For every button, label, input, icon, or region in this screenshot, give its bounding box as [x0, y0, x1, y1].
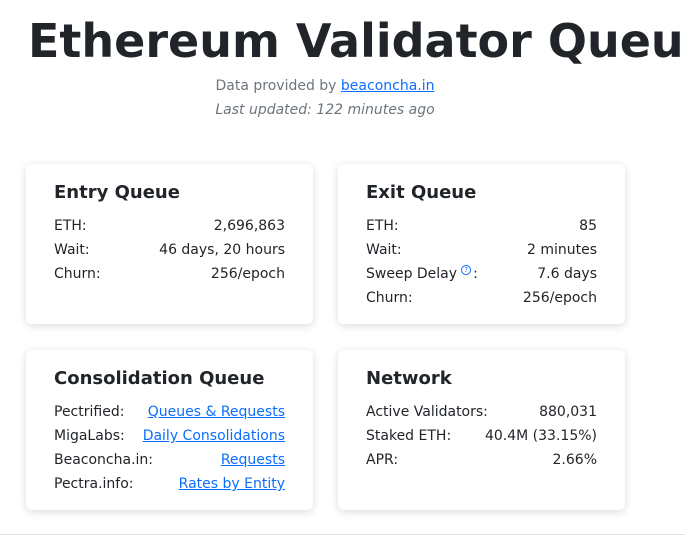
row-value: 880,031	[539, 404, 597, 420]
row-label: Beaconcha.in:	[54, 452, 154, 468]
row-label: Wait:	[54, 242, 90, 258]
pectra-info-row: Pectra.info: Rates by Entity	[54, 472, 285, 496]
entry-wait-row: Wait: 46 days, 20 hours	[54, 238, 285, 262]
row-label: Wait:	[366, 242, 402, 258]
data-source-line: Data provided by beaconcha.in	[0, 78, 650, 94]
row-label: Active Validators:	[366, 404, 488, 420]
last-updated: Last updated: 122 minutes ago	[215, 102, 435, 118]
row-value: 2.66%	[552, 452, 597, 468]
entry-eth-row: ETH: 2,696,863	[54, 214, 285, 238]
data-source-prefix: Data provided by	[215, 78, 341, 94]
row-label: APR:	[366, 452, 399, 468]
row-label: Pectrified:	[54, 404, 125, 420]
beaconcha-link[interactable]: beaconcha.in	[341, 78, 435, 94]
row-value: 2,696,863	[213, 218, 285, 234]
row-value: 40.4M (33.15%)	[484, 428, 597, 444]
consolidation-queue-title: Consolidation Queue	[54, 368, 265, 389]
page-title: Ethereum Validator Queue	[28, 14, 685, 68]
row-label: Churn:	[54, 266, 101, 282]
daily-consolidations-link[interactable]: Daily Consolidations	[143, 424, 285, 448]
exit-churn-row: Churn: 256/epoch	[366, 286, 597, 310]
row-label: Staked ETH:	[366, 428, 452, 444]
row-label: Churn:	[366, 290, 413, 306]
label-colon: :	[473, 266, 478, 282]
row-value: 256/epoch	[210, 266, 285, 282]
exit-queue-title: Exit Queue	[366, 182, 477, 203]
entry-queue-card: Entry Queue ETH: 2,696,863 Wait: 46 days…	[26, 164, 313, 324]
row-value: 46 days, 20 hours	[159, 242, 285, 258]
row-label: ETH:	[54, 218, 87, 234]
bottom-divider	[0, 534, 685, 535]
row-label: Sweep Delay	[366, 266, 458, 282]
migalabs-row: MigaLabs: Daily Consolidations	[54, 424, 285, 448]
beaconchain-row: Beaconcha.in: Requests	[54, 448, 285, 472]
requests-link[interactable]: Requests	[221, 448, 285, 472]
queues-requests-link[interactable]: Queues & Requests	[148, 400, 285, 424]
exit-eth-row: ETH: 85	[366, 214, 597, 238]
row-value: 2 minutes	[526, 242, 597, 258]
pectrified-row: Pectrified: Queues & Requests	[54, 400, 285, 424]
entry-churn-row: Churn: 256/epoch	[54, 262, 285, 286]
row-label: ETH:	[366, 218, 399, 234]
row-value: 256/epoch	[522, 290, 597, 306]
row-value: 7.6 days	[537, 266, 597, 282]
network-title: Network	[366, 368, 452, 389]
entry-queue-title: Entry Queue	[54, 182, 180, 203]
row-value: 85	[579, 218, 597, 234]
active-validators-row: Active Validators: 880,031	[366, 400, 597, 424]
page: Ethereum Validator Queue Data provided b…	[0, 0, 685, 546]
info-icon[interactable]: ?	[461, 265, 472, 275]
staked-eth-row: Staked ETH: 40.4M (33.15%)	[366, 424, 597, 448]
exit-queue-card: Exit Queue ETH: 85 Wait: 2 minutes Sweep…	[338, 164, 625, 324]
apr-row: APR: 2.66%	[366, 448, 597, 472]
row-label: Pectra.info:	[54, 476, 134, 492]
sweep-delay-label-group: Sweep Delay?:	[366, 262, 478, 286]
consolidation-queue-card: Consolidation Queue Pectrified: Queues &…	[26, 350, 313, 510]
exit-sweep-delay-row: Sweep Delay?: 7.6 days	[366, 262, 597, 286]
network-card: Network Active Validators: 880,031 Stake…	[338, 350, 625, 510]
exit-wait-row: Wait: 2 minutes	[366, 238, 597, 262]
rates-by-entity-link[interactable]: Rates by Entity	[179, 472, 285, 496]
row-label: MigaLabs:	[54, 428, 125, 444]
